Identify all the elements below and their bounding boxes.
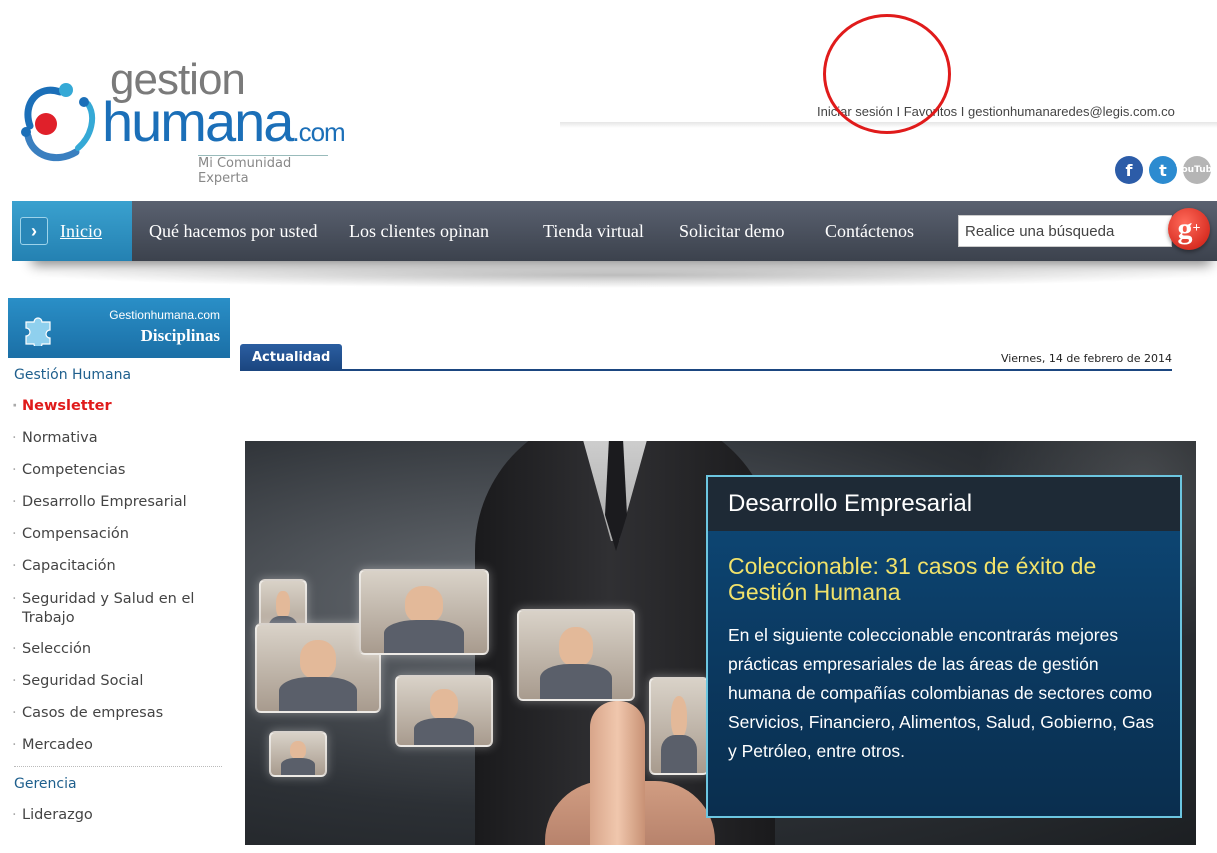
nav-shadow: [34, 262, 1204, 288]
hero-photo-thumbnail: [269, 731, 327, 777]
sidebar-section-gerencia: Gerencia: [14, 776, 77, 792]
sidebar-list-gerencia: Liderazgo: [8, 800, 230, 832]
hero-photo-thumbnail: [649, 677, 709, 775]
sidebar-item-compensacion[interactable]: Compensación: [8, 519, 230, 551]
hero-title[interactable]: Coleccionable: 31 casos de éxito de Gest…: [728, 553, 1160, 605]
sidebar-title: Disciplinas: [140, 326, 220, 345]
hero-photo-thumbnail: [517, 609, 635, 701]
search-input[interactable]: [959, 216, 1171, 246]
sidebar-title-small: Gestionhumana.com: [109, 308, 220, 322]
search-box: [958, 215, 1172, 247]
hero-banner[interactable]: Desarrollo Empresarial Coleccionable: 31…: [245, 441, 1196, 845]
google-plus-sup: +: [1192, 221, 1201, 236]
sidebar-item-competencias[interactable]: Competencias: [8, 455, 230, 487]
hero-photo-thumbnail: [395, 675, 493, 747]
youtube-icon-text-2: Tube: [1194, 164, 1217, 175]
current-date: Viernes, 14 de febrero de 2014: [1000, 352, 1172, 365]
hero-finger-image: [590, 701, 645, 845]
sidebar-header: Gestionhumana.com Disciplinas: [8, 298, 230, 358]
nav-item-clientes-opinan[interactable]: Los clientes opinan: [349, 201, 489, 261]
logo-text-humana: humana.com: [102, 94, 346, 150]
sidebar-list-gestion-humana: Newsletter Normativa Competencias Desarr…: [8, 391, 230, 762]
logo-humana-word: humana: [102, 90, 294, 153]
nav-item-tienda-virtual[interactable]: Tienda virtual: [543, 201, 644, 261]
top-links-separator: I: [957, 104, 969, 119]
youtube-icon[interactable]: You Tube: [1176, 156, 1217, 184]
hero-description: En el siguiente coleccionable encontrará…: [728, 625, 1155, 761]
site-logo[interactable]: gestion humana.com Mi Comunidad Experta: [18, 52, 346, 186]
google-plus-letter: g: [1177, 212, 1193, 245]
red-circle-annotation: [823, 14, 951, 134]
hero-category: Desarrollo Empresarial: [708, 477, 1180, 531]
sidebar-item-newsletter[interactable]: Newsletter: [8, 391, 230, 423]
puzzle-icon: [25, 317, 51, 346]
nav-item-que-hacemos[interactable]: Qué hacemos por usted: [149, 201, 317, 261]
sidebar-item-liderazgo[interactable]: Liderazgo: [8, 800, 230, 832]
logo-tagline: Mi Comunidad Experta: [198, 156, 292, 186]
sidebar: Gestionhumana.com Disciplinas Gestión Hu…: [8, 298, 230, 853]
sidebar-item-desarrollo-empresarial[interactable]: Desarrollo Empresarial: [8, 487, 230, 519]
twitter-icon[interactable]: t: [1149, 156, 1177, 184]
social-links: f t You Tube: [1115, 156, 1217, 184]
sidebar-item-capacitacion[interactable]: Capacitación: [8, 551, 230, 583]
sidebar-item-normativa[interactable]: Normativa: [8, 423, 230, 455]
nav-home[interactable]: › Inicio: [12, 201, 132, 261]
sidebar-item-mercadeo[interactable]: Mercadeo: [8, 730, 230, 762]
sidebar-item-seguridad-social[interactable]: Seguridad Social: [8, 666, 230, 698]
facebook-icon[interactable]: f: [1115, 156, 1143, 184]
chevron-right-icon: ›: [20, 217, 48, 245]
nav-home-label: Inicio: [60, 220, 102, 241]
email-link[interactable]: gestionhumanaredes@legis.com.co: [968, 104, 1175, 119]
nav-item-contactenos[interactable]: Contáctenos: [825, 201, 914, 261]
sidebar-item-seguridad-salud[interactable]: Seguridad y Salud en el Trabajo: [8, 583, 230, 634]
google-plus-icon[interactable]: g +: [1168, 208, 1210, 250]
youtube-icon-text-1: You: [1175, 164, 1195, 175]
tab-actualidad[interactable]: Actualidad: [240, 344, 343, 370]
hero-photo-thumbnail: [359, 569, 489, 655]
hero-caption-panel: Desarrollo Empresarial Coleccionable: 31…: [706, 475, 1182, 818]
tab-underline: [240, 369, 1172, 371]
sidebar-section-gestion-humana: Gestión Humana: [14, 367, 132, 383]
sidebar-item-seleccion[interactable]: Selección: [8, 634, 230, 666]
logo-com-suffix: .com: [292, 117, 345, 147]
nav-item-solicitar-demo[interactable]: Solicitar demo: [679, 201, 784, 261]
sidebar-item-casos-empresas[interactable]: Casos de empresas: [8, 698, 230, 730]
logo-people-icon: [21, 83, 96, 162]
